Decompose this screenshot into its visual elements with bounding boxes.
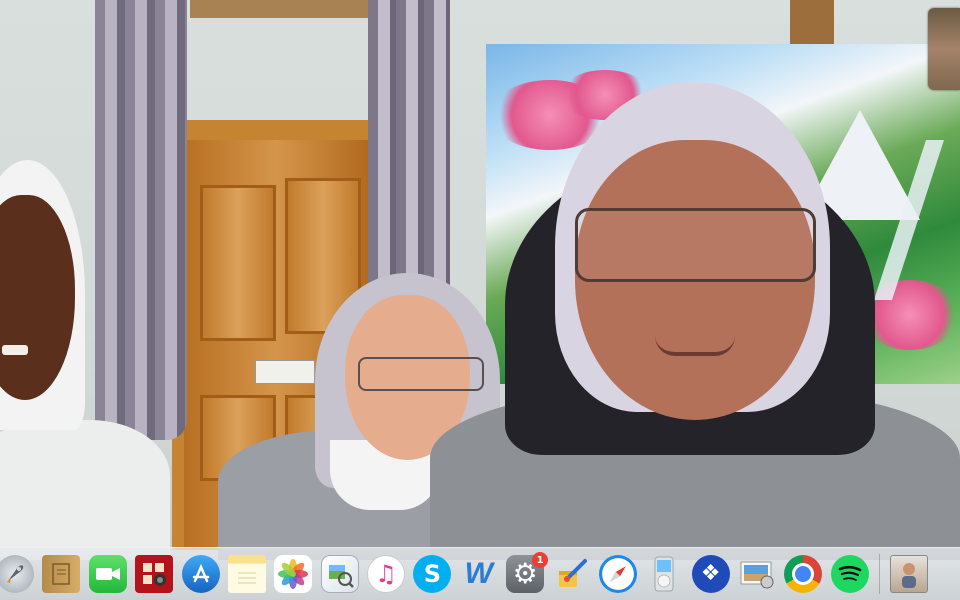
dropbox-icon: ❖ [691,555,730,593]
dock-photo-booth[interactable] [133,553,175,595]
video-camera-icon [88,555,127,593]
app-store-icon [181,555,220,593]
notification-badge: 1 [532,552,549,568]
self-view-thumbnail[interactable] [928,8,960,90]
curtain-left [95,0,187,440]
skype-icon: S [413,555,452,593]
chrome-center [792,563,815,585]
painted-blossom [860,280,960,350]
compass-icon [598,555,637,593]
dock-notefile[interactable] [40,553,82,595]
dock-system-preferences[interactable]: ⚙ 1 [504,552,549,595]
dock-photos[interactable] [272,553,314,595]
music-note-icon: ♫ [367,555,405,593]
video-feed [0,0,960,600]
door-sign [255,360,315,384]
dock-dropbox[interactable]: ❖ [690,553,732,595]
photo-booth-icon [135,555,174,593]
dock-minimized-window[interactable] [888,553,930,595]
participant-right-glasses [575,208,816,282]
dock-spotify[interactable] [829,553,871,595]
dock-skype[interactable]: S [411,553,453,595]
curtain-right [368,0,450,300]
photos-flower-icon [274,555,313,593]
notebook-icon [42,555,81,593]
dock-separator [878,554,880,594]
image-capture-icon [738,555,776,593]
chrome-icon [784,555,823,593]
ipod-icon [645,555,683,593]
spotify-icon [830,555,869,593]
dock-chrome[interactable] [782,553,824,595]
preview-icon [320,555,359,593]
dock-preview[interactable] [319,553,361,595]
word-icon: W [464,557,493,590]
dock-notes[interactable] [226,553,268,595]
ceiling-beam [190,0,380,18]
thumbnail-icon [890,555,929,593]
door-panel [200,185,276,341]
participant-left-smile [2,345,28,355]
dock-image-capture[interactable] [736,553,778,595]
participant-left-robe [0,420,170,560]
rocket-icon [0,555,34,593]
participant-right-mouth [655,336,735,356]
dock-paintbrush[interactable] [551,553,593,595]
dock-itunes[interactable]: ♫ [365,553,407,595]
dock-ipod[interactable] [643,553,685,595]
dock-safari[interactable] [597,553,639,595]
dock-word[interactable]: W [458,553,500,595]
dock-app-store[interactable] [180,553,222,595]
paintbrush-icon [553,555,591,593]
notes-icon [227,555,266,593]
dock: ♫ S W ⚙ 1 ❖ [0,547,960,600]
dock-launchpad[interactable] [0,553,36,595]
dock-facetime[interactable] [87,553,129,595]
participant-middle-glasses [358,357,484,391]
